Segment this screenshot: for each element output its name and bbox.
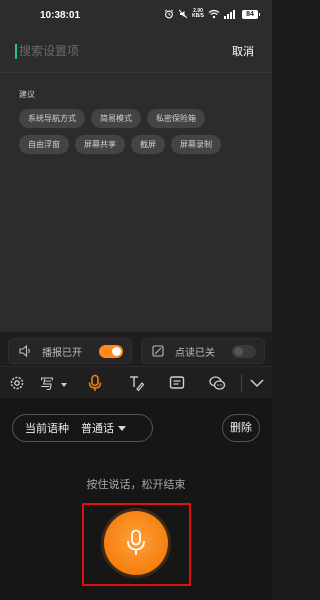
- language-select[interactable]: 当前语种 普通话: [12, 414, 153, 442]
- delete-button[interactable]: 删除: [222, 414, 260, 442]
- signal-icon: [224, 10, 235, 19]
- voice-input-panel: 当前语种 普通话 删除 按住说话，松开结束: [0, 398, 272, 600]
- read-toggle[interactable]: 点读已关: [141, 338, 265, 364]
- handwrite-label: 写: [40, 377, 54, 393]
- battery-icon: 84: [242, 9, 260, 19]
- broadcast-label: 播报已开: [42, 347, 82, 359]
- suggestion-chip-screen-share[interactable]: 屏幕共享: [75, 135, 125, 154]
- speaker-icon: [19, 344, 30, 358]
- search-row: 取消: [0, 32, 272, 70]
- chevron-down-icon: [118, 425, 126, 431]
- cancel-button[interactable]: 取消: [232, 43, 254, 59]
- settings-search-panel: 取消 建议 系统导航方式 简易模式 私密保险箱 自由浮窗 屏幕共享 截屏 屏幕录…: [0, 32, 272, 332]
- clipboard-icon[interactable]: [168, 374, 186, 392]
- suggestion-chip-private-safe[interactable]: 私密保险箱: [147, 109, 205, 128]
- status-time: 10:38:01: [40, 10, 81, 21]
- chat-icon[interactable]: [208, 374, 226, 392]
- collapse-icon[interactable]: [248, 374, 266, 392]
- search-input[interactable]: [19, 40, 209, 62]
- suggestion-chip-screenshot[interactable]: 截屏: [131, 135, 165, 154]
- hold-to-talk-button[interactable]: [104, 511, 168, 575]
- broadcast-toggle[interactable]: 播报已开: [8, 338, 132, 364]
- chevron-down-icon: [61, 382, 68, 387]
- suggestion-chip-simple-mode[interactable]: 简易模式: [91, 109, 141, 128]
- text-edit-icon[interactable]: [127, 374, 145, 392]
- accessibility-toggle-bar: 播报已开 点读已关: [0, 336, 272, 366]
- keyboard-toolbar: 写: [0, 366, 272, 398]
- divider: [0, 72, 272, 73]
- voice-icon[interactable]: [86, 374, 104, 392]
- settings-icon[interactable]: [8, 374, 26, 392]
- switch-knob: [112, 347, 121, 356]
- read-label: 点读已关: [175, 347, 215, 359]
- alarm-icon: [164, 9, 174, 19]
- language-label: 当前语种: [25, 422, 69, 435]
- net-speed-unit: KB/S: [192, 13, 204, 19]
- wifi-icon: [208, 9, 220, 19]
- language-value: 普通话: [81, 422, 114, 435]
- tap-read-icon: [152, 345, 164, 357]
- status-icons: 2.00 KB/S 84: [164, 9, 260, 19]
- text-cursor: [15, 44, 17, 59]
- network-speed: 2.00 KB/S: [192, 9, 204, 19]
- suggestions-title: 建议: [19, 90, 35, 99]
- suggestion-chip-nav-mode[interactable]: 系统导航方式: [19, 109, 85, 128]
- suggestion-row-2: 自由浮窗 屏幕共享 截屏 屏幕录制: [19, 135, 221, 154]
- switch-knob: [234, 347, 243, 356]
- suggestion-chip-screen-record[interactable]: 屏幕录制: [171, 135, 221, 154]
- handwrite-icon[interactable]: 写: [40, 374, 70, 393]
- suggestion-row-1: 系统导航方式 简易模式 私密保险箱: [19, 109, 205, 128]
- microphone-icon: [127, 529, 145, 555]
- mute-icon: [178, 9, 188, 19]
- broadcast-switch[interactable]: [99, 345, 123, 358]
- status-bar: 10:38:01 2.00 KB/S 84: [0, 0, 272, 32]
- toolbar-separator: [241, 374, 242, 392]
- read-switch[interactable]: [232, 345, 256, 358]
- voice-hint: 按住说话，松开结束: [86, 478, 186, 491]
- suggestion-chip-floating-window[interactable]: 自由浮窗: [19, 135, 69, 154]
